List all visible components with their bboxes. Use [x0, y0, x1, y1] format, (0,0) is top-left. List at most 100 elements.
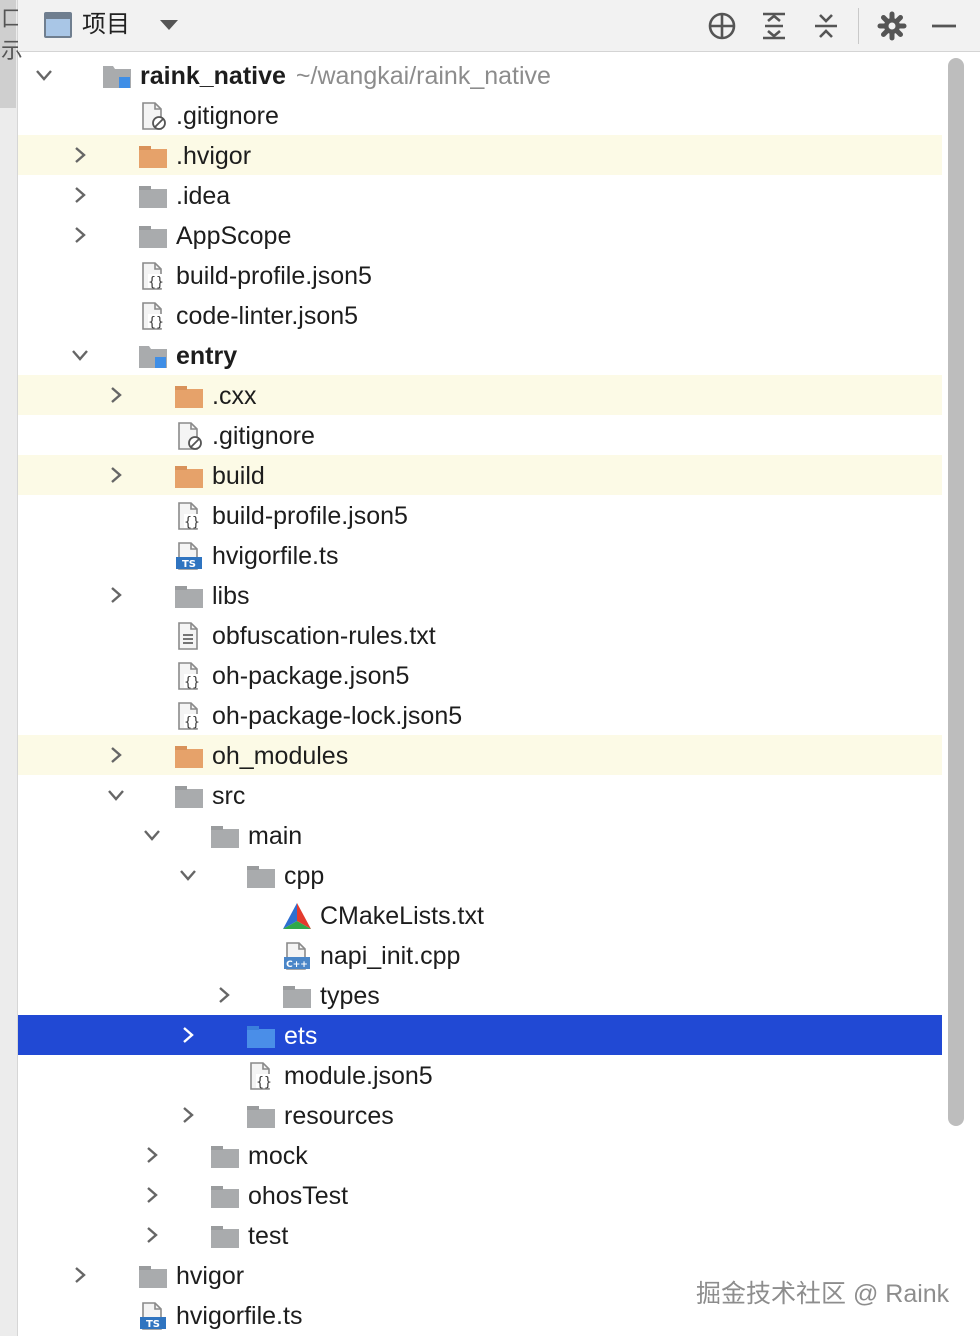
tree-row[interactable]: TS hvigorfile.ts	[18, 535, 942, 575]
tree-item-label: oh-package.json5	[212, 662, 410, 690]
collapse-all-icon[interactable]	[808, 8, 844, 44]
tree-row[interactable]: AppScope	[18, 215, 942, 255]
folder-icon	[210, 1222, 240, 1250]
tree-row[interactable]: raink_native ~/wangkai/raink_native	[18, 55, 942, 95]
cmake-file-icon	[282, 902, 312, 930]
tree-item-label: raink_native	[140, 62, 286, 90]
tree-row[interactable]: CMakeLists.txt	[18, 895, 942, 935]
tree-row[interactable]: {} build-profile.json5	[18, 495, 942, 535]
tree-row[interactable]: libs	[18, 575, 942, 615]
tree-row[interactable]: ets	[18, 1015, 942, 1055]
tree-row[interactable]: {} build-profile.json5	[18, 255, 942, 295]
tree-row[interactable]: {} oh-package.json5	[18, 655, 942, 695]
folder-icon	[138, 222, 168, 250]
tree-row[interactable]: .idea	[18, 175, 942, 215]
chevron-right-icon[interactable]	[178, 1025, 198, 1045]
tree-row[interactable]: .hvigor	[18, 135, 942, 175]
svg-text:TS: TS	[146, 1319, 160, 1330]
svg-text:{}: {}	[184, 715, 200, 730]
tree-row[interactable]: {} module.json5	[18, 1055, 942, 1095]
tree-row[interactable]: src	[18, 775, 942, 815]
tree-item-label: cpp	[284, 862, 325, 890]
chevron-down-icon[interactable]	[70, 345, 90, 365]
folder-icon	[246, 1102, 276, 1130]
typescript-file-icon: TS	[138, 1302, 168, 1330]
view-selector-label[interactable]: 项目	[82, 10, 130, 40]
chevron-right-icon[interactable]	[142, 1185, 162, 1205]
tree-item-label: code-linter.json5	[176, 302, 359, 330]
chevron-down-icon[interactable]	[160, 20, 178, 30]
json-file-icon: {}	[174, 662, 204, 690]
chevron-down-icon[interactable]	[34, 65, 54, 85]
json-file-icon: {}	[174, 502, 204, 530]
chevron-right-icon[interactable]	[178, 1105, 198, 1125]
chevron-right-icon[interactable]	[106, 465, 126, 485]
tree-row[interactable]: resources	[18, 1095, 942, 1135]
tree-row[interactable]: .cxx	[18, 375, 942, 415]
tree-item-label: build-profile.json5	[212, 502, 408, 530]
vertical-scrollbar-thumb[interactable]	[948, 58, 964, 1126]
tree-row[interactable]: oh_modules	[18, 735, 942, 775]
excluded-folder-icon	[174, 462, 204, 490]
chevron-right-icon[interactable]	[70, 185, 90, 205]
tree-row[interactable]: {} oh-package-lock.json5	[18, 695, 942, 735]
tree-item-label: module.json5	[284, 1062, 433, 1090]
tree-row[interactable]: build	[18, 455, 942, 495]
json-file-icon: {}	[246, 1062, 276, 1090]
folder-icon	[138, 182, 168, 210]
folder-icon	[246, 862, 276, 890]
excluded-folder-icon	[174, 382, 204, 410]
tree-item-label: AppScope	[176, 222, 292, 250]
json-file-icon: {}	[138, 302, 168, 330]
chevron-down-icon[interactable]	[178, 865, 198, 885]
tree-item-label: src	[212, 782, 246, 810]
chevron-right-icon[interactable]	[142, 1145, 162, 1165]
tree-row[interactable]: .gitignore	[18, 415, 942, 455]
tree-item-label: .hvigor	[176, 142, 252, 170]
tree-row[interactable]: types	[18, 975, 942, 1015]
tree-item-label: .gitignore	[212, 422, 315, 450]
minimize-icon[interactable]	[926, 8, 962, 44]
tree-row[interactable]: mock	[18, 1135, 942, 1175]
svg-text:TS: TS	[182, 559, 196, 570]
chevron-right-icon[interactable]	[214, 985, 234, 1005]
watermark: 掘金技术社区 @ Raink	[696, 1280, 950, 1308]
chevron-down-icon[interactable]	[142, 825, 162, 845]
locate-icon[interactable]	[704, 8, 740, 44]
tree-row[interactable]: entry	[18, 335, 942, 375]
project-view-icon	[44, 12, 72, 38]
tree-row[interactable]: {} code-linter.json5	[18, 295, 942, 335]
chevron-right-icon[interactable]	[106, 745, 126, 765]
tree-item-label: oh_modules	[212, 742, 349, 770]
project-toolbar: 项目	[18, 0, 980, 52]
tree-row[interactable]: main	[18, 815, 942, 855]
chevron-right-icon[interactable]	[106, 385, 126, 405]
chevron-right-icon[interactable]	[70, 225, 90, 245]
chevron-right-icon[interactable]	[142, 1225, 162, 1245]
module-folder-icon	[138, 342, 168, 370]
chevron-down-icon[interactable]	[106, 785, 126, 805]
json-file-icon: {}	[138, 262, 168, 290]
excluded-folder-icon	[174, 742, 204, 770]
expand-all-icon[interactable]	[756, 8, 792, 44]
chevron-right-icon[interactable]	[106, 585, 126, 605]
tree-row[interactable]: C++ napi_init.cpp	[18, 935, 942, 975]
tree-item-label: resources	[284, 1102, 394, 1130]
folder-icon	[210, 1182, 240, 1210]
gitignore-file-icon	[138, 102, 168, 130]
toolbar-separator	[858, 8, 859, 44]
chevron-right-icon[interactable]	[70, 145, 90, 165]
gear-icon[interactable]	[874, 8, 910, 44]
cpp-file-icon: C++	[282, 942, 312, 970]
chevron-right-icon[interactable]	[70, 1265, 90, 1285]
tree-row[interactable]: test	[18, 1215, 942, 1255]
folder-icon	[174, 582, 204, 610]
tree-item-label: ets	[284, 1022, 318, 1050]
tree-item-label: oh-package-lock.json5	[212, 702, 463, 730]
tree-row[interactable]: obfuscation-rules.txt	[18, 615, 942, 655]
tree-row[interactable]: .gitignore	[18, 95, 942, 135]
tree-row[interactable]: cpp	[18, 855, 942, 895]
project-tool-tab[interactable]: 口 示	[0, 0, 23, 108]
tree-item-path: ~/wangkai/raink_native	[295, 62, 551, 90]
tree-row[interactable]: ohosTest	[18, 1175, 942, 1215]
